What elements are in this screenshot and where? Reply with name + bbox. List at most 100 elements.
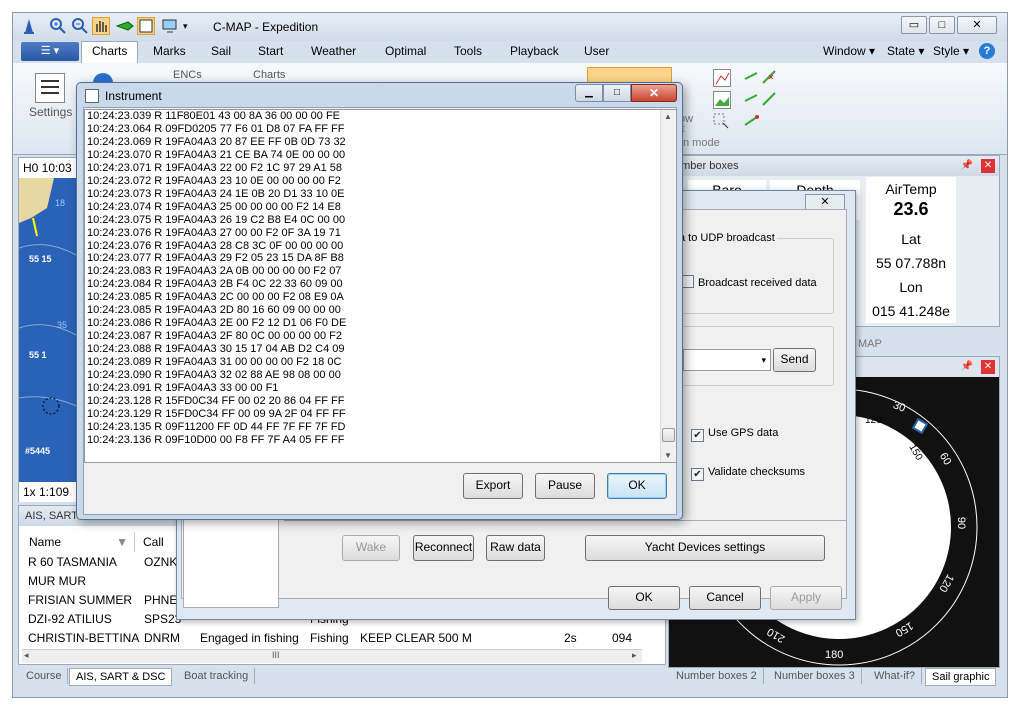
reconnect-button[interactable]: Reconnect xyxy=(413,535,474,561)
ais-name-cell: MUR MUR xyxy=(28,574,86,588)
tab-weather[interactable]: Weather xyxy=(311,44,356,58)
lon-box: Lon 015 41.248e xyxy=(866,275,956,323)
log-line: 10:24:23.087 R 19FA04A3 2F 80 0C 00 00 0… xyxy=(87,330,343,343)
settings-close-button[interactable]: ✕ xyxy=(805,194,845,210)
pin-icon[interactable]: 📌 xyxy=(961,361,973,372)
scroll-up-icon[interactable]: ▲ xyxy=(664,112,672,121)
style-menu[interactable]: Style ▾ xyxy=(933,44,969,58)
close-button[interactable]: ✕ xyxy=(957,16,997,34)
tab-playback[interactable]: Playback xyxy=(510,44,559,58)
tab-number-boxes-2[interactable]: Number boxes 2 xyxy=(670,668,764,684)
select-region-icon[interactable] xyxy=(713,113,731,131)
tab-start[interactable]: Start xyxy=(258,44,283,58)
zoom-in-icon[interactable] xyxy=(49,17,67,35)
settings-apply-button[interactable]: Apply xyxy=(770,586,842,610)
settings-icon[interactable] xyxy=(35,73,65,103)
title-bar: ▾ C-MAP - Expedition ▭ □ ✕ xyxy=(13,13,1007,41)
minimize-button[interactable]: ▭ xyxy=(901,16,927,34)
ais-name-cell: CHRISTIN-BETTINA xyxy=(28,631,140,645)
help-icon[interactable]: ? xyxy=(979,43,995,59)
log-line: 10:24:23.076 R 19FA04A3 27 00 00 F2 0F 3… xyxy=(87,226,341,239)
vertical-scrollbar[interactable]: ▲ ▼ xyxy=(660,110,676,462)
validate-checksums-box[interactable]: ✔ xyxy=(691,468,704,481)
boat-icon[interactable] xyxy=(115,17,134,35)
map-header: H0 10:03 xyxy=(19,158,79,178)
lon-label: Lon xyxy=(899,279,923,295)
maximize-button[interactable]: □ xyxy=(929,16,955,34)
validate-checksums-checkbox[interactable]: ✔ Validate checksums xyxy=(691,466,805,481)
tab-number-boxes-3[interactable]: Number boxes 3 xyxy=(768,668,862,684)
tab-sail[interactable]: Sail xyxy=(211,44,231,58)
scroll-right-icon[interactable]: ▸ xyxy=(632,650,637,661)
tab-optimal[interactable]: Optimal xyxy=(385,44,426,58)
tab-sail-graphic[interactable]: Sail graphic xyxy=(925,668,997,686)
instrument-maximize-button[interactable]: □ xyxy=(603,84,631,102)
tab-boat-tracking[interactable]: Boat tracking xyxy=(178,668,256,684)
scroll-left-icon[interactable]: ◂ xyxy=(24,650,29,661)
log-line: 10:24:23.074 R 19FA04A3 25 00 00 00 00 F… xyxy=(87,200,341,213)
ais-call-cell: PHNE xyxy=(144,593,178,607)
udp-group: a to UDP broadcast Broadcast received da… xyxy=(672,232,834,314)
monitor-icon[interactable] xyxy=(161,17,179,35)
scroll-thumb[interactable] xyxy=(662,428,675,442)
airtemp-box: AirTemp 23.6 xyxy=(866,177,956,227)
scroll-down-icon[interactable]: ▼ xyxy=(664,451,672,460)
panel-close-icon[interactable]: ✕ xyxy=(981,360,995,374)
instrument-minimize-button[interactable]: ▁ xyxy=(575,84,603,102)
log-line: 10:24:23.084 R 19FA04A3 2B F4 0C 22 33 6… xyxy=(87,278,343,291)
window-menu[interactable]: Window ▾ xyxy=(823,44,875,58)
pause-button[interactable]: Pause xyxy=(535,473,595,499)
settings-label[interactable]: Settings xyxy=(29,105,72,119)
device-list[interactable] xyxy=(183,508,279,608)
tab-marks[interactable]: Marks xyxy=(153,44,186,58)
polar-icon[interactable] xyxy=(713,69,731,87)
chart-map[interactable]: H0 10:03 18 35 55 15 55 1 #5445 1x 1:109 xyxy=(18,157,81,502)
table-row[interactable]: CHRISTIN-BETTINA DNRM Engaged in fishing… xyxy=(24,629,664,648)
column-header-name[interactable]: Name ▼ xyxy=(23,532,135,552)
hand-pan-icon[interactable] xyxy=(92,17,110,35)
tab-tools[interactable]: Tools xyxy=(454,44,482,58)
export-button[interactable]: Export xyxy=(463,473,523,499)
settings-ok-button[interactable]: OK xyxy=(608,586,680,610)
settings-cancel-button[interactable]: Cancel xyxy=(689,586,761,610)
app-menu-button[interactable]: ☰ ▾ xyxy=(21,42,79,61)
use-gps-checkbox-box[interactable]: ✔ xyxy=(691,429,704,442)
panel-close-icon[interactable]: ✕ xyxy=(981,159,995,173)
window-menu-label: Window xyxy=(823,44,866,58)
tab-what-if[interactable]: What-if? xyxy=(868,668,922,684)
log-line: 10:24:23.086 R 19FA04A3 2E 00 F2 12 D1 0… xyxy=(87,317,347,330)
log-line: 10:24:23.069 R 19FA04A3 20 87 EE FF 0B 0… xyxy=(87,135,346,148)
chart-drawing xyxy=(19,178,81,415)
log-line: 10:24:23.089 R 19FA04A3 31 00 00 00 00 F… xyxy=(87,356,342,369)
style-menu-label: Style xyxy=(933,44,960,58)
use-gps-checkbox[interactable]: ✔ Use GPS data xyxy=(691,427,778,442)
state-menu[interactable]: State ▾ xyxy=(887,44,924,58)
tab-ais-sart-dsc[interactable]: AIS, SART & DSC xyxy=(69,668,173,686)
ais-name-cell: FRISIAN SUMMER xyxy=(28,593,133,607)
horizontal-scrollbar[interactable]: III ◂ ▸ xyxy=(22,649,642,663)
instrument-log[interactable]: 10:24:23.039 R 11F80E01 43 00 8A 36 00 0… xyxy=(84,109,677,463)
quick-access-dropdown-icon[interactable]: ▾ xyxy=(183,17,201,35)
encs-label[interactable]: ENCs xyxy=(173,69,202,81)
broadcast-checkbox-label: Broadcast received data xyxy=(698,277,817,289)
map-scale: 1x 1:109 xyxy=(19,482,81,502)
log-line: 10:24:23.136 R 09F10D00 00 F8 FF 7F A4 0… xyxy=(87,433,345,446)
window-layout-icon[interactable] xyxy=(137,17,155,35)
yacht-devices-settings-button[interactable]: Yacht Devices settings xyxy=(585,535,825,561)
image-icon[interactable] xyxy=(713,91,731,109)
instrument-ok-button[interactable]: OK xyxy=(607,473,667,499)
broadcast-checkbox[interactable]: Broadcast received data xyxy=(681,275,817,289)
instrument-close-button[interactable]: ✕ xyxy=(631,84,677,102)
zoom-out-icon[interactable] xyxy=(71,17,89,35)
send-combobox[interactable]: ▾ xyxy=(683,349,771,371)
pin-icon[interactable]: 📌 xyxy=(961,160,973,171)
raw-data-button[interactable]: Raw data xyxy=(486,535,545,561)
mark-tools-icon[interactable] xyxy=(743,69,783,126)
tab-charts[interactable]: Charts xyxy=(81,41,139,63)
wake-button[interactable]: Wake xyxy=(342,535,400,561)
charts-label[interactable]: Charts xyxy=(253,69,285,81)
send-button[interactable]: Send xyxy=(773,348,816,372)
tab-course[interactable]: Course xyxy=(20,668,69,684)
tab-user[interactable]: User xyxy=(584,44,609,58)
cmap-tab-label[interactable]: MAP xyxy=(858,338,882,350)
